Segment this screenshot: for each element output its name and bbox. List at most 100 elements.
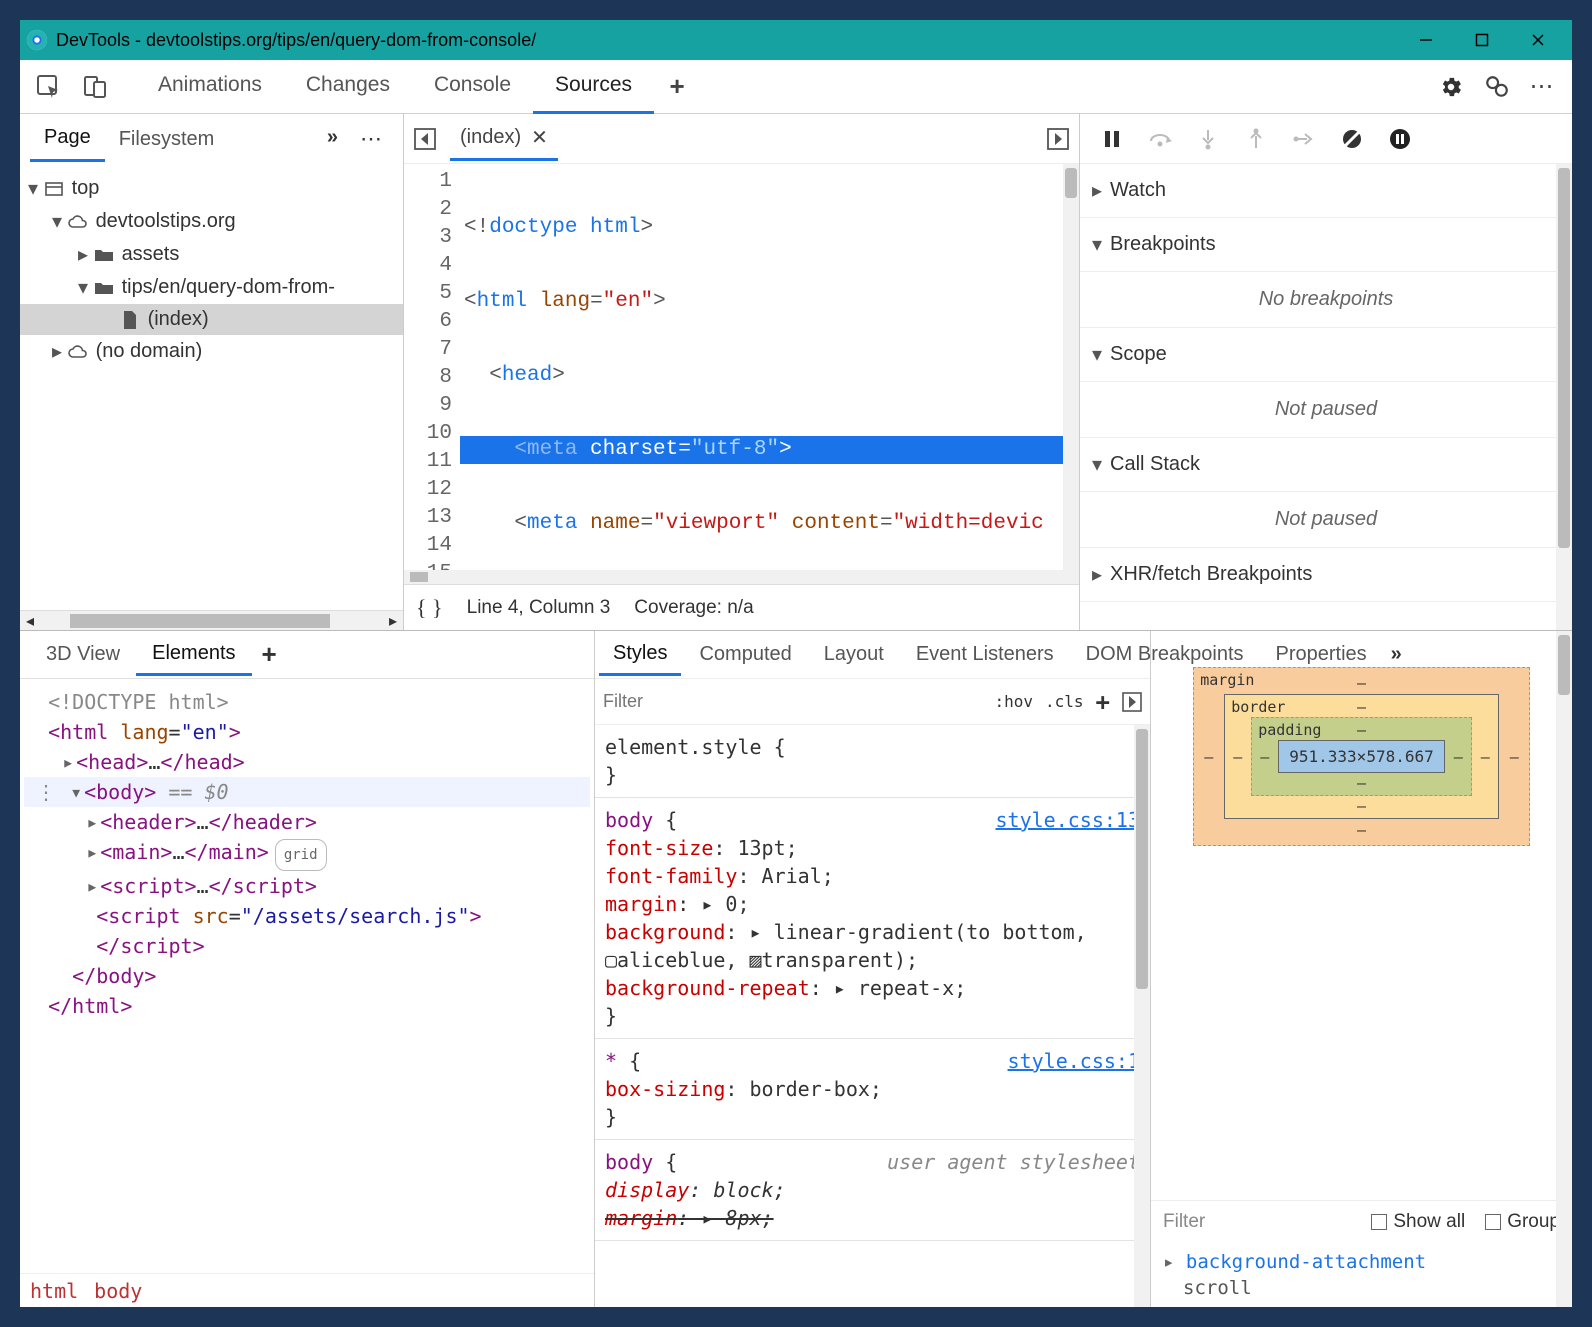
box-content: 951.333×578.667 — [1278, 740, 1445, 773]
dom-panel: 3D View Elements + <!DOCTYPE html> <html… — [20, 631, 594, 1307]
editor-hscrollbar[interactable] — [404, 570, 1063, 584]
tab-changes[interactable]: Changes — [284, 59, 412, 114]
tab-console[interactable]: Console — [412, 59, 533, 114]
editor-tab-index[interactable]: (index)✕ — [450, 117, 558, 161]
link-stylecss-1[interactable]: style.css:1 — [1008, 1047, 1140, 1075]
styles-scrollbar[interactable] — [1134, 725, 1150, 1307]
breadcrumb-html[interactable]: html — [30, 1279, 78, 1303]
nav-tab-page[interactable]: Page — [30, 116, 105, 162]
tab-styles[interactable]: Styles — [599, 634, 681, 676]
tree-path[interactable]: ▾ tips/en/query-dom-from- — [20, 271, 403, 304]
step-button[interactable] — [1290, 125, 1318, 153]
ua-label: user agent stylesheet — [887, 1148, 1140, 1176]
device-toggle-button[interactable] — [76, 68, 114, 106]
settings-button[interactable] — [1432, 68, 1470, 106]
cursor-position: Line 4, Column 3 — [467, 597, 611, 619]
cloud-icon — [66, 344, 90, 360]
drawer-tabs: 3D View Elements + — [20, 631, 594, 679]
editor-scrollbar[interactable] — [1063, 164, 1079, 584]
show-navigator-icon[interactable] — [414, 128, 436, 150]
breadcrumb-body[interactable]: body — [94, 1279, 142, 1303]
styles-filter-bar: :hov .cls + — [595, 679, 1150, 725]
watch-section[interactable]: ▸Watch — [1080, 164, 1572, 217]
debugger-panel: ▸Watch ▾BreakpointsNo breakpoints ▾Scope… — [1080, 114, 1572, 630]
tree-domain[interactable]: ▾ devtoolstips.org — [20, 205, 403, 238]
more-menu-button[interactable]: ⋯ — [1524, 68, 1562, 106]
navigator-scrollbar[interactable]: ◂▸ — [20, 610, 403, 630]
step-over-button[interactable] — [1146, 125, 1174, 153]
tab-elements[interactable]: Elements — [136, 634, 251, 676]
add-tab-button[interactable]: + — [658, 68, 696, 106]
styles-side: Styles Computed Layout Event Listeners D… — [594, 631, 1572, 1307]
rule-body-ua: user agent stylesheet body { display: bl… — [595, 1140, 1150, 1241]
show-debugger-icon[interactable] — [1047, 128, 1069, 150]
callstack-section[interactable]: ▾Call Stack — [1080, 438, 1572, 491]
navigator-tabs: Page Filesystem » ⋯ — [20, 114, 403, 164]
tree-index[interactable]: (index) — [20, 304, 403, 335]
tree-top[interactable]: ▾ top — [20, 172, 403, 205]
tab-animations[interactable]: Animations — [136, 59, 284, 114]
nav-menu-icon[interactable]: ⋯ — [360, 126, 385, 152]
nav-more-tabs-icon[interactable]: » — [327, 126, 338, 152]
computed-filter-input[interactable]: Filter — [1163, 1211, 1205, 1233]
pause-on-exceptions-button[interactable] — [1386, 125, 1414, 153]
cls-toggle[interactable]: .cls — [1045, 692, 1084, 711]
file-tree: ▾ top ▾ devtoolstips.org ▸ assets ▾ tips… — [20, 164, 403, 610]
styles-list[interactable]: element.style { } style.css:13 body { fo… — [595, 725, 1150, 1307]
editor-statusbar: { } Line 4, Column 3 Coverage: n/a — [404, 584, 1079, 630]
pretty-print-icon[interactable]: { } — [416, 595, 443, 621]
tab-computed[interactable]: Computed — [685, 635, 805, 674]
computed-sidepanel: margin – – – – border – – – – padding — [1151, 631, 1572, 1307]
tab-eventlisteners[interactable]: Event Listeners — [902, 635, 1068, 674]
step-into-button[interactable] — [1194, 125, 1222, 153]
inspect-element-button[interactable] — [30, 68, 68, 106]
elements-panel-row: 3D View Elements + <!DOCTYPE html> <html… — [20, 631, 1572, 1307]
close-button[interactable] — [1510, 20, 1566, 60]
main-toolbar: Animations Changes Console Sources + ⋯ — [20, 60, 1572, 114]
tree-nodomain[interactable]: ▸ (no domain) — [20, 335, 403, 368]
feedback-button[interactable] — [1478, 68, 1516, 106]
new-style-button[interactable]: + — [1096, 688, 1110, 716]
group-checkbox[interactable]: Group — [1485, 1211, 1560, 1233]
code-editor[interactable]: 123456789101112131415 <!doctype html> <h… — [404, 164, 1079, 584]
folder-icon — [92, 280, 116, 296]
code-lines: <!doctype html> <html lang="en"> <head> … — [460, 164, 1079, 584]
xhr-section[interactable]: ▸XHR/fetch Breakpoints — [1080, 548, 1572, 601]
pause-button[interactable] — [1098, 125, 1126, 153]
debug-scrollbar[interactable] — [1556, 164, 1572, 630]
hov-toggle[interactable]: :hov — [994, 692, 1033, 711]
tab-sources[interactable]: Sources — [533, 59, 654, 114]
scope-section[interactable]: ▾Scope — [1080, 328, 1572, 381]
styles-panel: Styles Computed Layout Event Listeners D… — [595, 631, 1151, 1307]
debug-toolbar — [1080, 114, 1572, 164]
dom-tree[interactable]: <!DOCTYPE html> <html lang="en"> ▸<head>… — [20, 679, 594, 1273]
close-tab-icon[interactable]: ✕ — [531, 125, 548, 150]
showall-checkbox[interactable]: Show all — [1371, 1211, 1465, 1233]
styles-filter-input[interactable] — [603, 691, 982, 712]
computed-filter-bar: Filter Show all Group — [1151, 1200, 1572, 1243]
tab-3dview[interactable]: 3D View — [30, 635, 136, 674]
devtools-icon — [26, 29, 48, 51]
tab-layout[interactable]: Layout — [810, 635, 898, 674]
toggle-computed-icon[interactable] — [1122, 692, 1142, 712]
computed-scrollbar[interactable] — [1556, 631, 1572, 1307]
navigator-panel: Page Filesystem » ⋯ ▾ top ▾ devtoolstips… — [20, 114, 404, 630]
link-stylecss-13[interactable]: style.css:13 — [996, 806, 1141, 834]
box-model[interactable]: margin – – – – border – – – – padding — [1151, 631, 1572, 1200]
tree-assets[interactable]: ▸ assets — [20, 238, 403, 271]
maximize-button[interactable] — [1454, 20, 1510, 60]
coverage-label: Coverage: n/a — [634, 597, 753, 619]
sources-main-row: Page Filesystem » ⋯ ▾ top ▾ devtoolstips… — [20, 114, 1572, 631]
minimize-button[interactable] — [1398, 20, 1454, 60]
nav-tab-filesystem[interactable]: Filesystem — [105, 118, 229, 161]
grid-badge[interactable]: grid — [275, 839, 327, 871]
breakpoints-empty: No breakpoints — [1080, 271, 1572, 327]
callstack-empty: Not paused — [1080, 491, 1572, 547]
styles-tabs: Styles Computed Layout Event Listeners D… — [595, 631, 1150, 679]
deactivate-breakpoints-button[interactable] — [1338, 125, 1366, 153]
computed-props[interactable]: ▸ background-attachment scroll — [1151, 1243, 1572, 1307]
add-drawer-tab-button[interactable]: + — [262, 639, 277, 670]
devtools-window: DevTools - devtoolstips.org/tips/en/quer… — [20, 20, 1572, 1307]
breakpoints-section[interactable]: ▾Breakpoints — [1080, 218, 1572, 271]
step-out-button[interactable] — [1242, 125, 1270, 153]
